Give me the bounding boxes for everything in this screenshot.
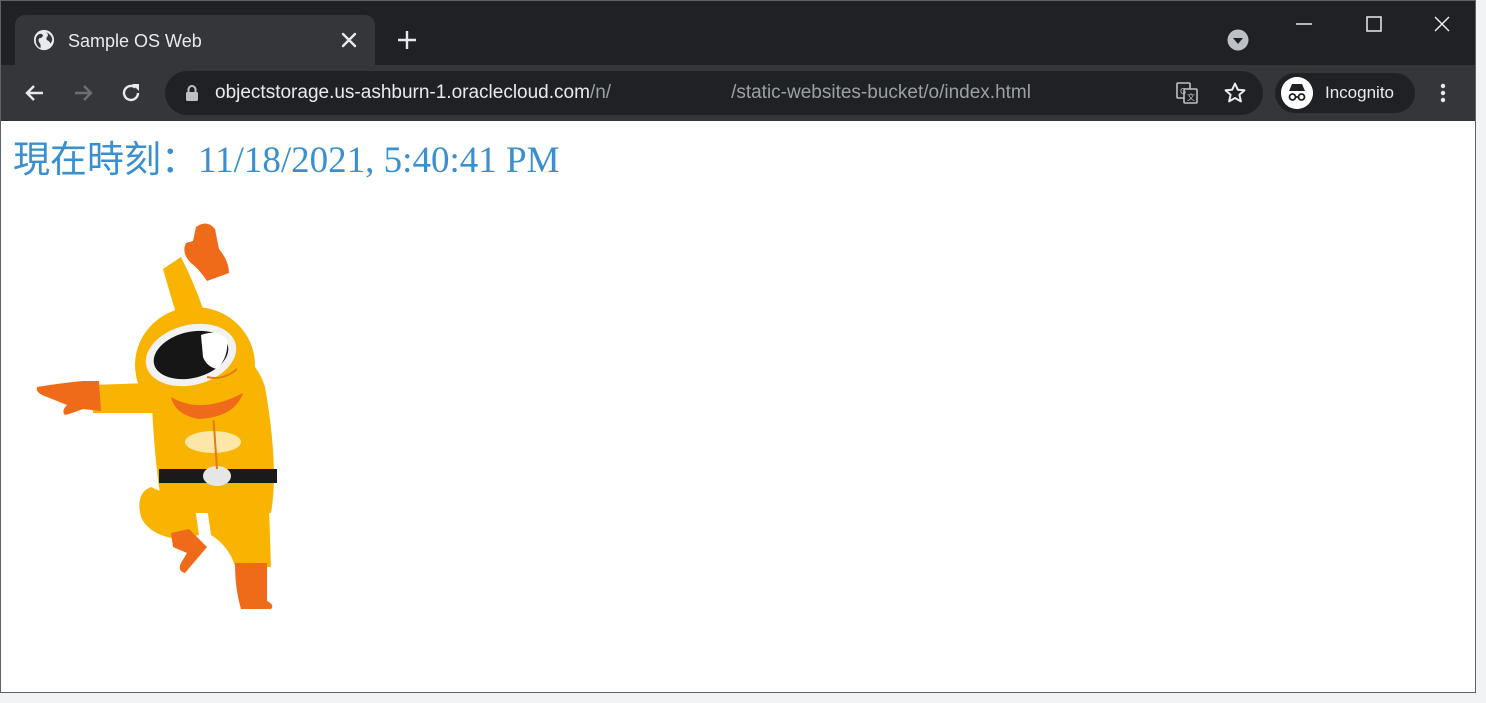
lock-icon[interactable]	[185, 84, 199, 102]
maximize-icon[interactable]	[1365, 15, 1383, 33]
arrow-left-icon[interactable]	[23, 81, 47, 105]
tab-sample-os-web[interactable]: Sample OS Web	[15, 15, 375, 65]
browser-window: Sample OS Web objectstorage.us-ashburn-1…	[0, 0, 1476, 693]
plus-icon[interactable]	[395, 28, 419, 52]
url-text[interactable]: objectstorage.us-ashburn-1.oraclecloud.c…	[215, 81, 1031, 105]
address-bar[interactable]: objectstorage.us-ashburn-1.oraclecloud.c…	[165, 71, 1263, 115]
minimize-icon[interactable]	[1295, 15, 1313, 33]
time-label: 現在時刻：	[13, 140, 198, 181]
background-edge-bottom	[0, 693, 1486, 703]
current-time: 現在時刻：11/18/2021, 5:40:41 PM	[13, 139, 559, 183]
background-edge-right	[1476, 0, 1486, 703]
svg-text:G: G	[1180, 87, 1186, 96]
tab-strip: Sample OS Web	[1, 1, 1475, 65]
browser-toolbar: objectstorage.us-ashburn-1.oraclecloud.c…	[1, 65, 1475, 121]
incognito-label: Incognito	[1325, 83, 1394, 102]
translate-icon[interactable]: G 文	[1175, 81, 1199, 105]
svg-text:文: 文	[1187, 92, 1195, 102]
url-path-end: /static-websites-bucket/o/index.html	[731, 82, 1031, 103]
incognito-profile-button[interactable]: Incognito	[1275, 73, 1415, 113]
kebab-menu-icon[interactable]	[1433, 81, 1453, 105]
url-host: objectstorage.us-ashburn-1.oraclecloud.c…	[215, 82, 590, 103]
page-content: 現在時刻：11/18/2021, 5:40:41 PM	[1, 121, 1475, 692]
close-icon[interactable]	[339, 30, 359, 50]
tab-title: Sample OS Web	[68, 31, 202, 51]
incognito-icon	[1281, 77, 1313, 109]
dancing-astronaut-illustration	[36, 223, 277, 609]
window-close-icon[interactable]	[1433, 15, 1451, 33]
arrow-right-icon[interactable]	[71, 81, 95, 105]
star-icon[interactable]	[1223, 81, 1247, 105]
time-value: 11/18/2021, 5:40:41 PM	[198, 140, 560, 181]
tab-search-chevron-icon[interactable]	[1227, 29, 1249, 51]
reload-icon[interactable]	[119, 81, 143, 105]
url-path-start: /n/	[589, 82, 612, 103]
globe-icon	[33, 29, 55, 51]
